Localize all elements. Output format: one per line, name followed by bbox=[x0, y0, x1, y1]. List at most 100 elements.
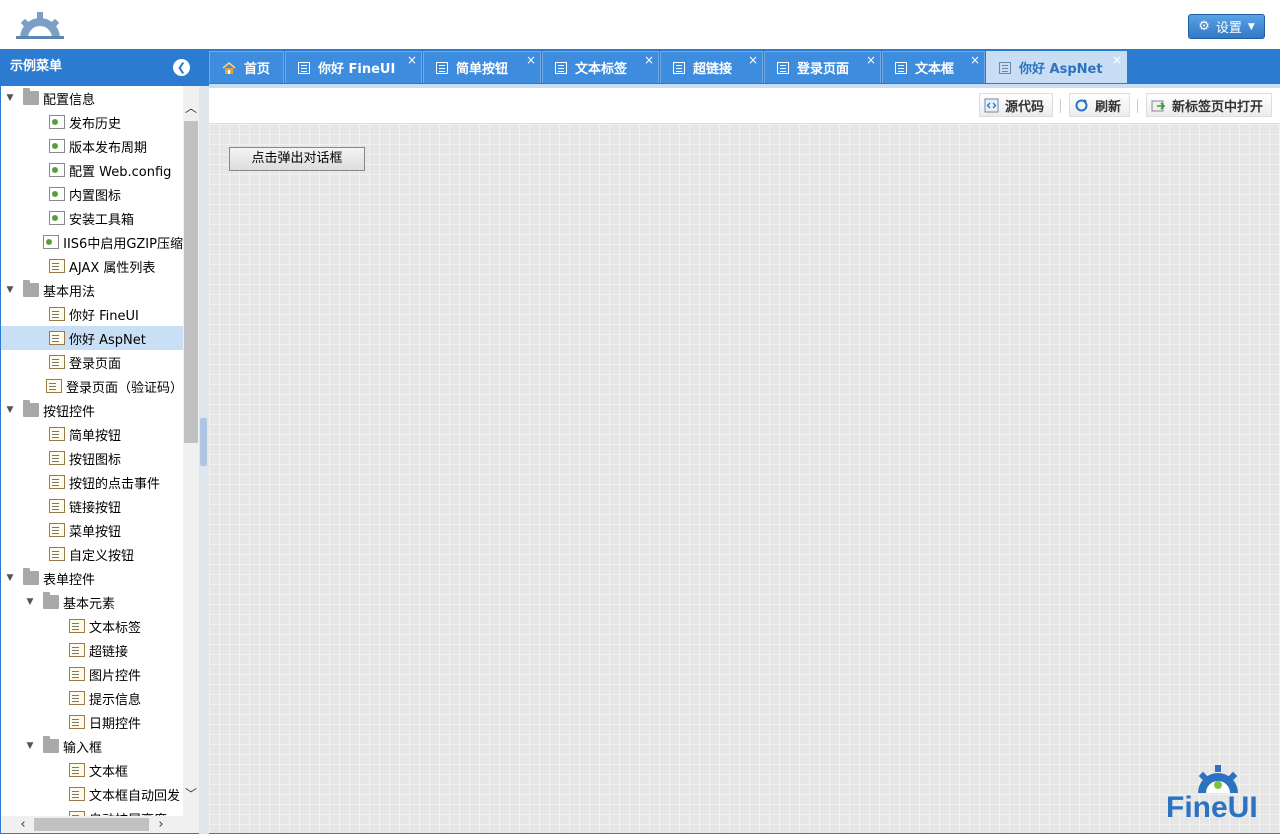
close-icon[interactable]: × bbox=[644, 54, 654, 66]
form-page-icon bbox=[69, 763, 85, 777]
tree-item[interactable]: 版本发布周期 bbox=[1, 134, 183, 158]
close-icon[interactable]: × bbox=[1112, 54, 1122, 66]
close-icon[interactable]: × bbox=[866, 54, 876, 66]
tree-item[interactable]: 菜单按钮 bbox=[1, 518, 183, 542]
tree-folder[interactable]: ▼ 输入框 bbox=[1, 734, 183, 758]
document-icon bbox=[49, 211, 65, 225]
tab-1[interactable]: 你好 FineUI × bbox=[285, 51, 422, 83]
tab-label: 简单按钮 bbox=[456, 62, 509, 77]
tree-item[interactable]: 自动扩展高度 bbox=[1, 806, 183, 816]
page-icon bbox=[555, 61, 567, 74]
open-dialog-button[interactable]: 点击弹出对话框 bbox=[229, 147, 365, 171]
form-page-icon bbox=[49, 259, 65, 273]
app-header: ⚙ 设置 ▼ bbox=[0, 0, 1280, 49]
tree-item[interactable]: 超链接 bbox=[1, 638, 183, 662]
tab-label: 你好 FineUI bbox=[318, 62, 396, 77]
tree-item[interactable]: IIS6中启用GZIP压缩 bbox=[1, 230, 183, 254]
tree-item[interactable]: AJAX 属性列表 bbox=[1, 254, 183, 278]
form-page-icon bbox=[49, 331, 65, 345]
tree-item[interactable]: 简单按钮 bbox=[1, 422, 183, 446]
refresh-label: 刷新 bbox=[1095, 99, 1122, 115]
tree-item-label: 你好 FineUI bbox=[69, 308, 139, 324]
source-code-button[interactable]: 源代码 bbox=[979, 93, 1054, 117]
tree-item-label: 按钮的点击事件 bbox=[69, 476, 161, 492]
tree-item-label: 自定义按钮 bbox=[69, 548, 135, 564]
close-icon[interactable]: × bbox=[970, 54, 980, 66]
tab-2[interactable]: 简单按钮 × bbox=[423, 51, 541, 83]
tree-folder[interactable]: ▼ 基本用法 bbox=[1, 278, 183, 302]
expand-arrow-icon[interactable]: ▼ bbox=[25, 597, 35, 607]
tree-item[interactable]: 登录页面 bbox=[1, 350, 183, 374]
scroll-right-icon[interactable]: › bbox=[153, 816, 169, 833]
tree-item[interactable]: 发布历史 bbox=[1, 110, 183, 134]
tree-folder[interactable]: ▼ 基本元素 bbox=[1, 590, 183, 614]
expand-arrow-icon[interactable]: ▼ bbox=[5, 405, 15, 415]
refresh-button[interactable]: 刷新 bbox=[1069, 93, 1131, 117]
tab-strip: 首页 你好 FineUI × 简单按钮 × 文本标签 × 超链接 × 登录页面 × 文本框 × 你好 As… bbox=[209, 49, 1280, 84]
expand-arrow-icon[interactable]: ▼ bbox=[5, 285, 15, 295]
tree-item[interactable]: 文本标签 bbox=[1, 614, 183, 638]
tree-item-label: AJAX 属性列表 bbox=[69, 260, 156, 276]
tab-label: 文本标签 bbox=[575, 62, 628, 77]
tab-5[interactable]: 登录页面 × bbox=[764, 51, 881, 83]
expand-arrow-icon[interactable]: ▼ bbox=[5, 93, 15, 103]
form-page-icon bbox=[69, 643, 85, 657]
tree-folder[interactable]: ▼ 表单控件 bbox=[1, 566, 183, 590]
open-in-new-tab-button[interactable]: 新标签页中打开 bbox=[1146, 93, 1273, 117]
refresh-icon bbox=[1075, 98, 1088, 111]
region-splitter[interactable] bbox=[199, 86, 209, 834]
tab-7[interactable]: 你好 AspNet × bbox=[986, 51, 1127, 83]
tree-item[interactable]: 按钮图标 bbox=[1, 446, 183, 470]
chevron-down-icon: ▼ bbox=[1247, 21, 1255, 32]
tree-item[interactable]: 自定义按钮 bbox=[1, 542, 183, 566]
tree-item-label: 版本发布周期 bbox=[69, 140, 148, 156]
tree-item[interactable]: 链接按钮 bbox=[1, 494, 183, 518]
scrollbar-thumb[interactable] bbox=[184, 121, 198, 443]
tree-item[interactable]: 你好 FineUI bbox=[1, 302, 183, 326]
form-page-icon bbox=[49, 451, 65, 465]
tree-item[interactable]: 你好 AspNet bbox=[1, 326, 183, 350]
close-icon[interactable]: × bbox=[748, 54, 758, 66]
tree-item[interactable]: 安装工具箱 bbox=[1, 206, 183, 230]
tree-item[interactable]: 文本框自动回发 bbox=[1, 782, 183, 806]
scroll-down-icon[interactable]: ﹀ bbox=[183, 786, 199, 802]
tree-folder[interactable]: ▼ 配置信息 bbox=[1, 86, 183, 110]
tree-item[interactable]: 按钮的点击事件 bbox=[1, 470, 183, 494]
tab-0[interactable]: 首页 bbox=[209, 51, 284, 83]
tree-item-label: 基本用法 bbox=[43, 284, 96, 300]
tree-item-label: 菜单按钮 bbox=[69, 524, 122, 540]
tree-item[interactable]: 配置 Web.config bbox=[1, 158, 183, 182]
splitter-handle[interactable] bbox=[200, 418, 207, 466]
folder-icon bbox=[23, 400, 39, 417]
tab-3[interactable]: 文本标签 × bbox=[542, 51, 659, 83]
scrollbar-thumb[interactable] bbox=[34, 818, 149, 831]
tab-4[interactable]: 超链接 × bbox=[660, 51, 763, 83]
page-icon bbox=[673, 61, 685, 74]
tree-item[interactable]: 登录页面（验证码） bbox=[1, 374, 183, 398]
expand-arrow-icon[interactable]: ▼ bbox=[5, 573, 15, 583]
tree-item[interactable]: 图片控件 bbox=[1, 662, 183, 686]
sidebar-tree: ▼ 配置信息 发布历史版本发布周期配置 Web.config 内置图标 安装工具箱 IIS… bbox=[1, 86, 183, 816]
close-icon[interactable]: × bbox=[407, 54, 417, 66]
scroll-up-icon[interactable]: ︿ bbox=[183, 100, 199, 116]
sidebar-vertical-scrollbar[interactable]: ︿ ﹀ bbox=[183, 86, 199, 816]
toolbar-separator bbox=[1137, 99, 1138, 113]
tree-item-label: 文本框自动回发 bbox=[89, 788, 181, 804]
collapse-sidebar-icon[interactable]: ❮ bbox=[173, 59, 190, 76]
tree-item[interactable]: 内置图标 bbox=[1, 182, 183, 206]
tree-item-label: 登录页面 bbox=[69, 356, 122, 372]
tree-folder[interactable]: ▼ 按钮控件 bbox=[1, 398, 183, 422]
sidebar-horizontal-scrollbar[interactable]: ‹ › bbox=[1, 816, 199, 833]
tab-6[interactable]: 文本框 × bbox=[882, 51, 985, 83]
form-page-icon bbox=[45, 379, 62, 393]
tree-item-label: 链接按钮 bbox=[69, 500, 122, 516]
scroll-left-icon[interactable]: ‹ bbox=[15, 816, 31, 833]
tree-item[interactable]: 文本框 bbox=[1, 758, 183, 782]
expand-arrow-icon[interactable]: ▼ bbox=[25, 741, 35, 751]
settings-button[interactable]: ⚙ 设置 ▼ bbox=[1188, 14, 1265, 39]
tree-item[interactable]: 提示信息 bbox=[1, 686, 183, 710]
tree-item-label: 基本元素 bbox=[63, 596, 116, 612]
tree-item[interactable]: 日期控件 bbox=[1, 710, 183, 734]
document-icon bbox=[49, 187, 65, 201]
close-icon[interactable]: × bbox=[526, 54, 536, 66]
